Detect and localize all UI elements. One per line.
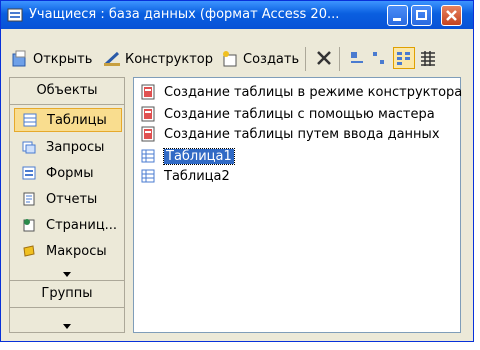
objects-header[interactable]: Объекты [10,78,124,105]
window-title: Учащиеся : база данных (формат Access 20… [29,7,340,22]
toolbar-separator [339,47,340,71]
large-icons-button[interactable] [347,47,369,69]
pane-item-label: Макросы [46,243,107,259]
report-icon [23,192,35,206]
create-button[interactable]: Создать [221,47,299,71]
pane-item-label: Страниц... [46,217,118,233]
query-icon [22,141,36,154]
pane-item-pages[interactable]: Страниц... [14,213,122,237]
list-item[interactable]: Создание таблицы путем ввода данных [140,124,440,144]
pane-item-label: Запросы [46,139,105,155]
open-icon [12,50,26,67]
list-view-button[interactable] [393,47,415,69]
pane-item-tables[interactable]: Таблицы [14,108,122,132]
pane-item-forms[interactable]: Формы [14,161,122,185]
table-icon [141,169,155,183]
table-icon [23,113,37,127]
list-item[interactable]: Создание таблицы с помощью мастера [140,104,435,124]
maximize-button[interactable] [411,5,432,26]
large-icons-icon [351,52,363,63]
list-item-label: Создание таблицы с помощью мастера [164,106,435,122]
toolbar: Открыть Конструктор Создать [7,35,467,81]
list-item-selected[interactable]: Таблица1 [140,146,235,166]
delete-icon [317,51,331,65]
form-icon [22,166,36,180]
database-window: Учащиеся : база данных (формат Access 20… [0,0,474,342]
details-view-icon [421,51,435,66]
small-icons-button[interactable] [369,47,391,69]
design-label: Конструктор [125,51,213,67]
list-item[interactable]: Создание таблицы в режиме конструктора [140,82,462,102]
create-icon [223,51,237,67]
object-list: Создание таблицы в режиме конструктора С… [133,77,462,333]
delete-button[interactable] [313,47,335,69]
open-label: Открыть [33,51,93,67]
close-button[interactable] [441,5,462,26]
macro-icon [23,245,35,257]
wizard-icon [141,84,155,100]
pane-item-label: Отчеты [46,191,98,207]
list-item-label: Таблица2 [164,168,230,184]
table-icon [141,149,155,163]
pane-item-label: Таблицы [47,112,107,128]
pane-item-reports[interactable]: Отчеты [14,187,122,211]
pane-item-queries[interactable]: Запросы [14,135,122,159]
design-icon [103,51,120,67]
groups-scroll-down-arrow-icon[interactable] [62,316,72,329]
open-button[interactable]: Открыть [11,47,92,71]
list-view-icon [397,52,410,65]
list-item-label: Создание таблицы в режиме конструктора [164,84,463,100]
title-bar[interactable]: Учащиеся : база данных (формат Access 20… [1,1,473,29]
wizard-icon [141,106,155,122]
page-icon [23,219,35,232]
list-item-label: Создание таблицы путем ввода данных [164,126,440,142]
database-icon [7,7,23,23]
minimize-button[interactable] [387,5,408,26]
list-item[interactable]: Таблица2 [140,166,230,186]
list-item-label: Таблица1 [163,147,235,165]
pane-item-macros[interactable]: Макросы [14,239,122,263]
create-label: Создать [243,51,300,67]
small-icons-icon [373,52,384,64]
details-view-button[interactable] [417,47,439,69]
scroll-down-arrow-icon[interactable] [62,264,72,277]
pane-item-label: Формы [46,165,94,181]
wizard-icon [141,126,155,142]
toolbar-separator [305,47,306,71]
objects-pane: Объекты Таблицы Запросы Формы Отчеты Стр… [9,77,125,333]
groups-header[interactable]: Группы [10,280,124,308]
design-button[interactable]: Конструктор [103,47,213,71]
